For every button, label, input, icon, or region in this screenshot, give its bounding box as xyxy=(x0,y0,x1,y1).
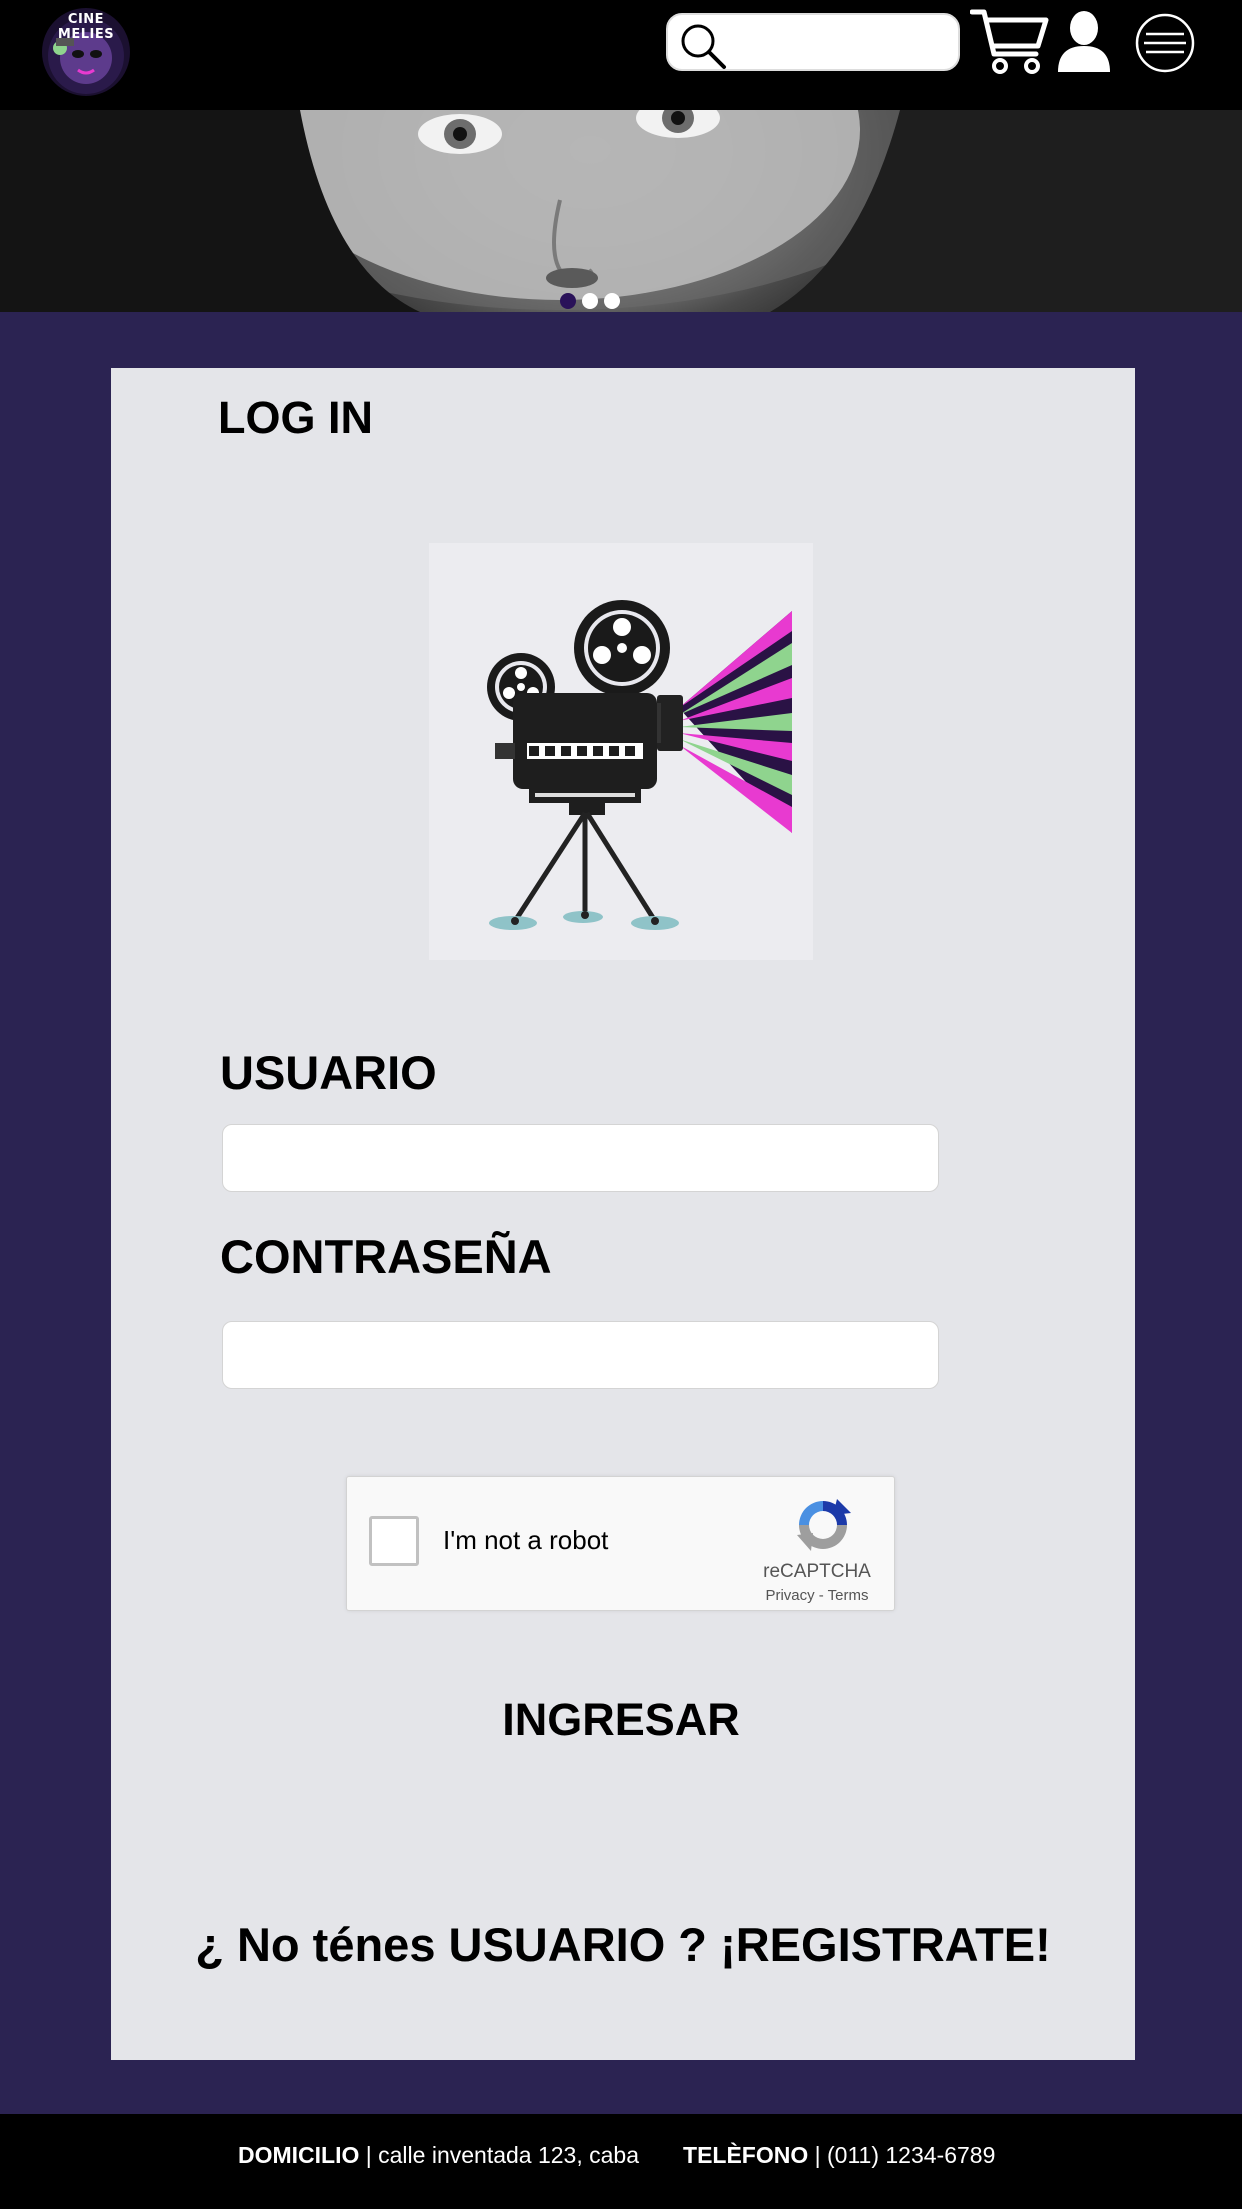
recaptcha-label: I'm not a robot xyxy=(443,1525,609,1555)
search-box[interactable] xyxy=(666,13,960,71)
register-link[interactable]: ¿ No ténes USUARIO ? ¡REGISTRATE! xyxy=(111,1912,1135,1978)
site-header: CINE MELIES xyxy=(0,0,1242,110)
user-icon[interactable] xyxy=(1056,10,1112,74)
recaptcha-checkbox[interactable] xyxy=(369,1516,419,1566)
hero-portrait-image xyxy=(0,110,1242,312)
cart-icon[interactable] xyxy=(970,8,1050,76)
camera-illustration xyxy=(429,543,813,960)
hero-carousel[interactable] xyxy=(0,110,1242,312)
address-value: | calle inventada 123, caba xyxy=(359,2142,640,2168)
logo-text: CINE MELIES xyxy=(57,12,115,42)
footer-contact: DOMICILIO | calle inventada 123, caba TEL… xyxy=(238,2142,995,2169)
carousel-dot-1[interactable] xyxy=(560,293,576,309)
recaptcha-privacy-terms-link[interactable]: Privacy - Terms xyxy=(747,1587,887,1604)
password-input[interactable] xyxy=(222,1321,939,1389)
page-title: LOG IN xyxy=(218,392,373,443)
recaptcha-brand: reCAPTCHA xyxy=(763,1561,871,1582)
usuario-input[interactable] xyxy=(222,1124,939,1192)
ingresar-button[interactable]: INGRESAR xyxy=(400,1688,842,1752)
phone-label: TELÈFONO xyxy=(683,2142,809,2168)
password-label: CONTRASEÑA xyxy=(220,1230,552,1283)
site-footer: DOMICILIO | calle inventada 123, caba TEL… xyxy=(0,2114,1242,2209)
cine-melies-logo[interactable]: CINE MELIES xyxy=(42,8,130,96)
carousel-dots xyxy=(560,293,624,309)
carousel-dot-3[interactable] xyxy=(604,293,620,309)
phone-value: | (011) 1234-6789 xyxy=(808,2142,996,2168)
usuario-label: USUARIO xyxy=(220,1046,437,1099)
film-camera-icon xyxy=(487,600,792,930)
address-label: DOMICILIO xyxy=(238,2142,360,2168)
hamburger-menu-icon[interactable] xyxy=(1134,12,1196,74)
recaptcha-widget: I'm not a robot reCAPTCHA Privacy - Term… xyxy=(346,1476,895,1611)
search-input[interactable] xyxy=(732,23,951,63)
recaptcha-logo-icon xyxy=(797,1499,851,1551)
carousel-dot-2[interactable] xyxy=(582,293,598,309)
search-icon[interactable] xyxy=(678,21,728,71)
